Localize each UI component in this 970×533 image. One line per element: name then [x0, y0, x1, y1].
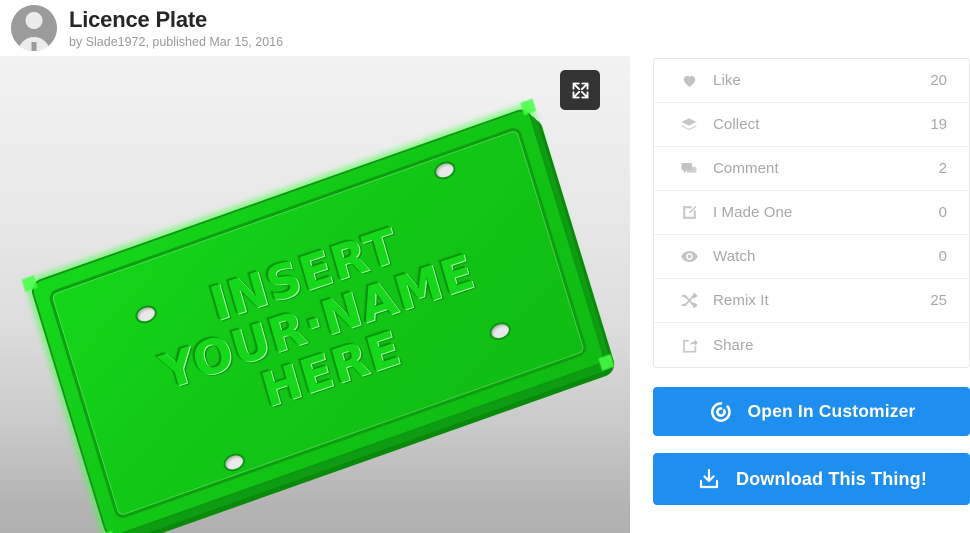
sidebar-item-i-made-one[interactable]: I Made One 0	[654, 191, 969, 235]
heart-icon	[678, 70, 700, 92]
page-title: Licence Plate	[69, 6, 208, 32]
model-viewer[interactable]: INSERT YOUR·NAME HERE	[0, 56, 630, 533]
user-avatar-icon[interactable]	[11, 5, 57, 51]
open-in-customizer-button[interactable]: Open In Customizer	[653, 387, 970, 436]
sidebar-item-label: Comment	[713, 160, 779, 177]
remix-icon	[678, 290, 700, 312]
avatar-leg-split	[31, 42, 37, 51]
download-this-thing-label: Download This Thing!	[736, 468, 927, 489]
title-block: Licence Plate by Slade1972, published Ma…	[69, 7, 283, 50]
sidebar-item-count: 2	[938, 160, 947, 177]
sidebar-item-label: Remix It	[713, 292, 769, 309]
customizer-circle-icon	[708, 399, 734, 425]
comment-icon	[678, 158, 700, 180]
share-icon	[678, 334, 700, 356]
collect-icon	[678, 114, 700, 136]
download-this-thing-button[interactable]: Download This Thing!	[653, 453, 970, 505]
thing-detail-page: Licence Plate by Slade1972, published Ma…	[0, 0, 970, 533]
sidebar-item-share[interactable]: Share	[654, 323, 969, 367]
sidebar-item-collect[interactable]: Collect 19	[654, 103, 969, 147]
sidebar-item-label: I Made One	[713, 204, 793, 221]
action-sidebar: Like 20 Collect 19 Comment 2 I Made One …	[653, 58, 970, 505]
fullscreen-expand-icon[interactable]	[560, 70, 600, 110]
sidebar-item-watch[interactable]: Watch 0	[654, 235, 969, 279]
sidebar-item-remix-it[interactable]: Remix It 25	[654, 279, 969, 323]
viewer-stage[interactable]: INSERT YOUR·NAME HERE	[0, 56, 630, 533]
page-header: Licence Plate by Slade1972, published Ma…	[0, 0, 970, 56]
avatar-head	[25, 12, 43, 29]
sidebar-item-label: Share	[713, 336, 754, 354]
sidebar-item-count: 0	[938, 248, 947, 265]
licence-plate-3d-model[interactable]: INSERT YOUR·NAME HERE	[21, 98, 618, 533]
sidebar-item-count: 20	[930, 72, 947, 89]
sidebar-item-like[interactable]: Like 20	[654, 59, 969, 103]
byline: by Slade1972, published Mar 15, 2016	[69, 34, 284, 49]
sidebar-item-count: 0	[938, 204, 947, 221]
open-in-customizer-label: Open In Customizer	[747, 401, 916, 421]
sidebar-item-label: Collect	[713, 116, 760, 133]
sidebar-item-count: 25	[930, 292, 947, 309]
made-one-icon	[678, 202, 700, 224]
download-icon	[696, 466, 722, 492]
eye-icon	[678, 246, 700, 268]
sidebar-item-label: Like	[713, 72, 741, 89]
sidebar-item-comment[interactable]: Comment 2	[654, 147, 969, 191]
stats-card: Like 20 Collect 19 Comment 2 I Made One …	[653, 58, 970, 368]
sidebar-item-label: Watch	[713, 248, 756, 265]
sidebar-item-count: 19	[930, 116, 947, 133]
